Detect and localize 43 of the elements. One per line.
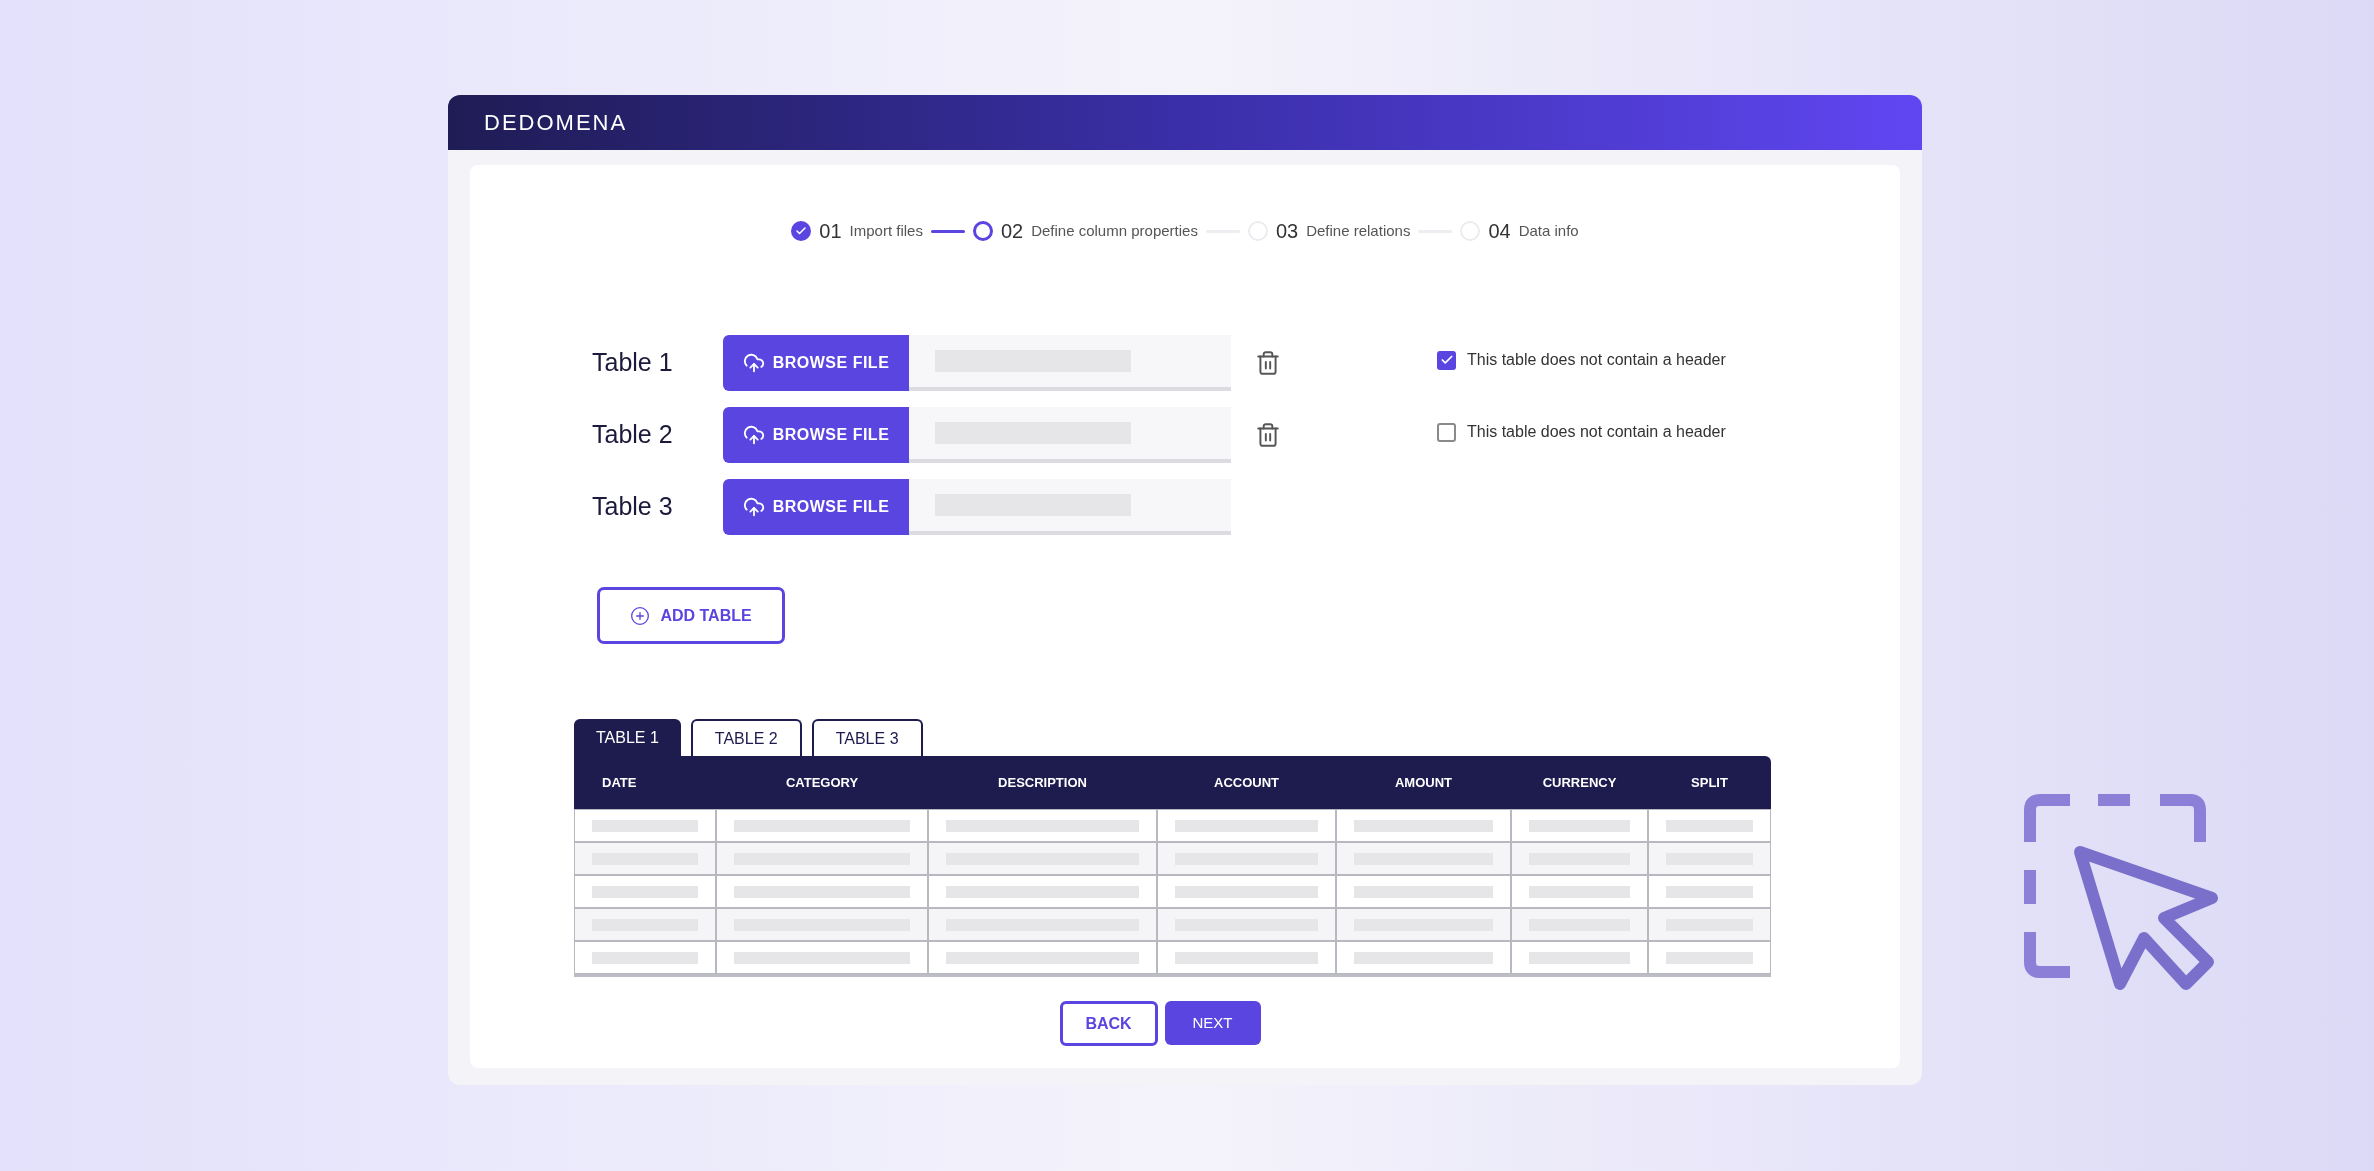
cloud-upload-icon <box>742 352 765 374</box>
browse-file-button[interactable]: BROWSE FILE <box>723 479 909 535</box>
column-header: ACCOUNT <box>1214 773 1279 792</box>
checkbox-label: This table does not contain a header <box>1467 350 1726 370</box>
step-connector <box>930 229 965 233</box>
step-label: Import files <box>849 220 923 241</box>
step-number: 04 <box>1488 219 1511 244</box>
column-header: CATEGORY <box>785 773 859 792</box>
back-button[interactable]: BACK <box>1059 1001 1158 1046</box>
step-number: 02 <box>1000 219 1024 244</box>
table-label: Table 3 <box>592 491 674 523</box>
table-tab[interactable]: TABLE 2 <box>690 719 802 756</box>
column-header: AMOUNT <box>1394 773 1452 792</box>
step-label: Define column properties <box>1031 220 1198 241</box>
step-label: Define relations <box>1306 220 1411 241</box>
step-label: Data info <box>1518 220 1579 241</box>
table-label: Table 2 <box>592 419 674 451</box>
checkbox[interactable] <box>1437 422 1456 442</box>
delete-icon[interactable] <box>1255 350 1281 376</box>
cloud-upload-icon <box>742 424 765 446</box>
column-header: DATE <box>602 773 637 792</box>
check-icon <box>1439 353 1454 367</box>
browse-file-button[interactable]: BROWSE FILE <box>723 335 909 391</box>
file-field[interactable] <box>909 479 1231 535</box>
add-table-button[interactable]: ADD TABLE <box>597 587 785 644</box>
cloud-upload-icon <box>742 496 765 518</box>
next-button[interactable]: NEXT <box>1164 1001 1261 1045</box>
step-number: 01 <box>819 219 842 244</box>
column-header: CURRENCY <box>1542 773 1617 792</box>
delete-icon[interactable] <box>1255 422 1281 448</box>
browse-file-button[interactable]: BROWSE FILE <box>723 407 909 463</box>
table-tab[interactable]: TABLE 1 <box>574 719 681 756</box>
table-tab[interactable]: TABLE 3 <box>811 719 923 756</box>
file-field[interactable] <box>909 335 1231 391</box>
file-field[interactable] <box>909 407 1231 463</box>
table-label: Table 1 <box>592 347 674 379</box>
column-header: DESCRIPTION <box>998 773 1087 792</box>
checkbox[interactable] <box>1437 350 1456 370</box>
step-number: 03 <box>1275 219 1299 244</box>
checkbox-label: This table does not contain a header <box>1467 422 1726 442</box>
plus-circle-icon <box>630 605 651 626</box>
column-header: SPLIT <box>1691 773 1728 792</box>
logo: DEDOMENA <box>484 109 628 137</box>
